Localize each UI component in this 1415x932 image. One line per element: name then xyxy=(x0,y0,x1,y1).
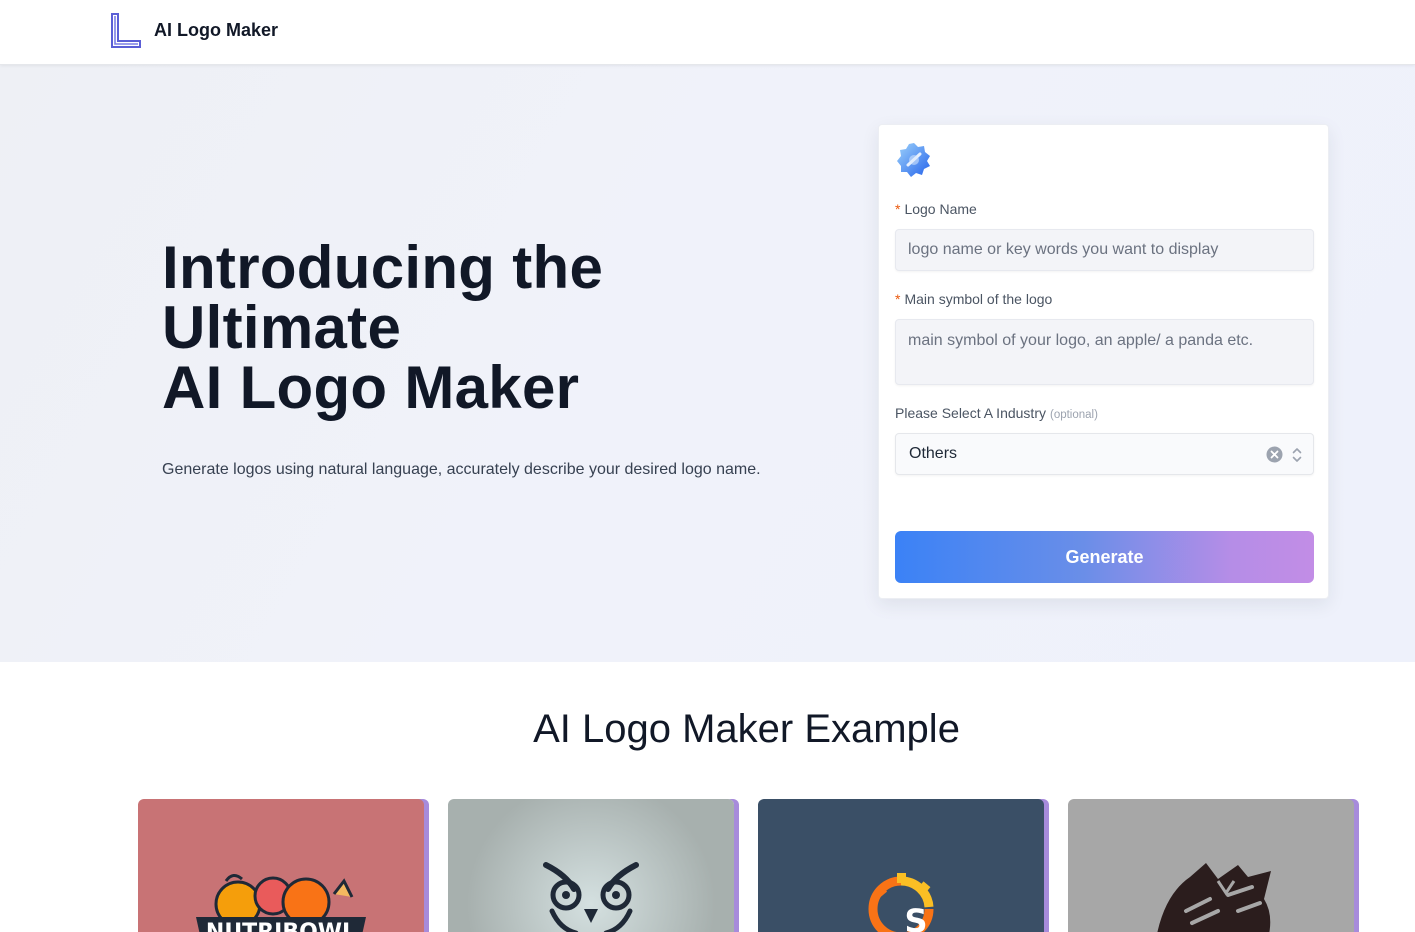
industry-select[interactable]: Others xyxy=(895,433,1314,475)
fruit-bowl-logo-icon: NUTRIBOWL xyxy=(196,874,366,932)
example-text: S xyxy=(904,902,927,932)
example-text: NUTRIBOWL xyxy=(206,920,356,932)
industry-label: Please Select A Industry (optional) xyxy=(895,405,1098,421)
example-card[interactable] xyxy=(448,799,734,932)
logo-name-label: * Logo Name xyxy=(895,201,977,217)
hero-title-line-3: AI Logo Maker xyxy=(162,354,580,421)
main-symbol-input[interactable] xyxy=(895,319,1314,385)
hero-section: Introducing the Ultimate AI Logo Maker G… xyxy=(0,65,1415,662)
main-symbol-label-text: Main symbol of the logo xyxy=(904,291,1053,307)
clear-icon[interactable] xyxy=(1266,446,1283,463)
logo-name-label-text: Logo Name xyxy=(904,201,977,217)
optional-note: (optional) xyxy=(1049,409,1098,421)
hero-title-line-1: Introducing the xyxy=(162,234,604,301)
logo-name-input[interactable] xyxy=(895,229,1314,271)
hero-title-line-2: Ultimate xyxy=(162,294,402,361)
required-mark: * xyxy=(895,291,901,307)
brand-link[interactable]: AI Logo Maker xyxy=(109,12,278,48)
example-card[interactable] xyxy=(1068,799,1354,932)
gear-s-logo-icon: S xyxy=(868,873,934,932)
owl-logo-icon xyxy=(543,862,639,932)
industry-selected-value: Others xyxy=(909,445,958,462)
top-header: AI Logo Maker xyxy=(0,0,1415,65)
letter-l-logo-icon xyxy=(111,13,141,48)
logo-form-card: *Logo Name *Main symbol of the logo Plea… xyxy=(878,124,1329,599)
examples-title: AI Logo Maker Example xyxy=(533,707,960,751)
chevron-up-down-icon xyxy=(1292,448,1302,462)
hero-title: Introducing the Ultimate AI Logo Maker xyxy=(162,238,603,418)
brand-name: AI Logo Maker xyxy=(154,19,279,40)
industry-label-text: Please Select A Industry xyxy=(895,405,1046,421)
hero-subtitle: Generate logos using natural language, a… xyxy=(162,461,761,478)
tiger-head-logo-icon xyxy=(1157,863,1271,932)
example-card[interactable]: S xyxy=(758,799,1044,932)
generate-button[interactable]: Generate xyxy=(895,531,1314,583)
example-card[interactable]: NUTRIBOWL xyxy=(138,799,424,932)
main-symbol-label: * Main symbol of the logo xyxy=(895,291,1052,307)
required-mark: * xyxy=(895,201,901,217)
blue-gear-icon xyxy=(897,143,930,177)
